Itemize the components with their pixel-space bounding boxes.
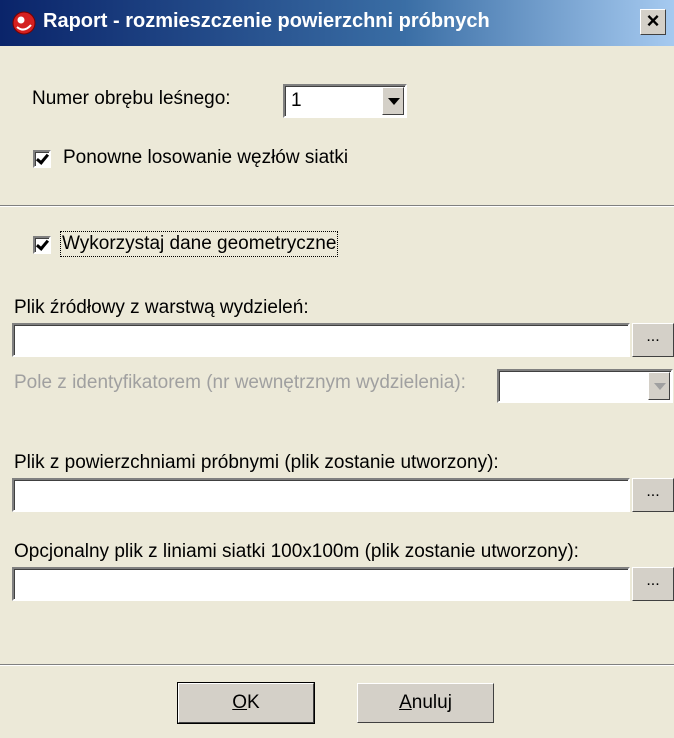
source-file-browse-button[interactable]: ... [632, 323, 674, 357]
grid-lines-file-input[interactable] [12, 567, 630, 601]
app-icon [12, 11, 36, 35]
ok-button[interactable]: OK [177, 682, 315, 724]
ok-label-rest: K [247, 692, 260, 713]
use-geometry-checkbox[interactable] [33, 236, 51, 254]
forest-district-value: 1 [291, 90, 302, 111]
cancel-button[interactable]: Anuluj [357, 683, 494, 723]
chevron-down-icon [388, 98, 400, 105]
id-field-label: Pole z identyfikatorem (nr wewnętrznym w… [14, 372, 466, 393]
chevron-down-icon [654, 383, 666, 390]
use-geometry-label[interactable]: Wykorzystaj dane geometryczne [59, 231, 339, 257]
grid-lines-file-label: Opcjonalny plik z liniami siatki 100x100… [14, 541, 579, 562]
sample-plots-file-label: Plik z powierzchniami próbnymi (plik zos… [14, 452, 499, 473]
cancel-label-rest: nuluj [411, 692, 452, 713]
close-icon: × [646, 8, 660, 33]
sample-plots-file-input[interactable] [12, 478, 630, 512]
cancel-mnemonic: A [399, 692, 412, 713]
id-field-dropdown-button[interactable] [648, 372, 670, 400]
forest-district-select[interactable]: 1 [283, 84, 407, 118]
forest-district-dropdown-button[interactable] [382, 87, 404, 115]
redraw-grid-checkbox[interactable] [33, 150, 51, 168]
id-field-select[interactable] [497, 369, 673, 403]
buttons-divider [0, 664, 674, 666]
source-file-input[interactable] [12, 323, 630, 357]
redraw-grid-label[interactable]: Ponowne losowanie węzłów siatki [63, 147, 348, 169]
sample-plots-browse-button[interactable]: ... [632, 478, 674, 512]
forest-district-label: Numer obrębu leśnego: [32, 88, 231, 109]
ok-mnemonic: O [232, 692, 248, 713]
close-button[interactable]: × [640, 9, 666, 35]
title-bar[interactable]: Raport - rozmieszczenie powierzchni prób… [0, 0, 674, 46]
section-divider [0, 205, 674, 207]
window-title: Raport - rozmieszczenie powierzchni prób… [43, 10, 490, 32]
source-file-label: Plik źródłowy z warstwą wydzieleń: [14, 297, 309, 318]
report-dialog: Raport - rozmieszczenie powierzchni prób… [0, 0, 674, 738]
grid-lines-browse-button[interactable]: ... [632, 567, 674, 601]
